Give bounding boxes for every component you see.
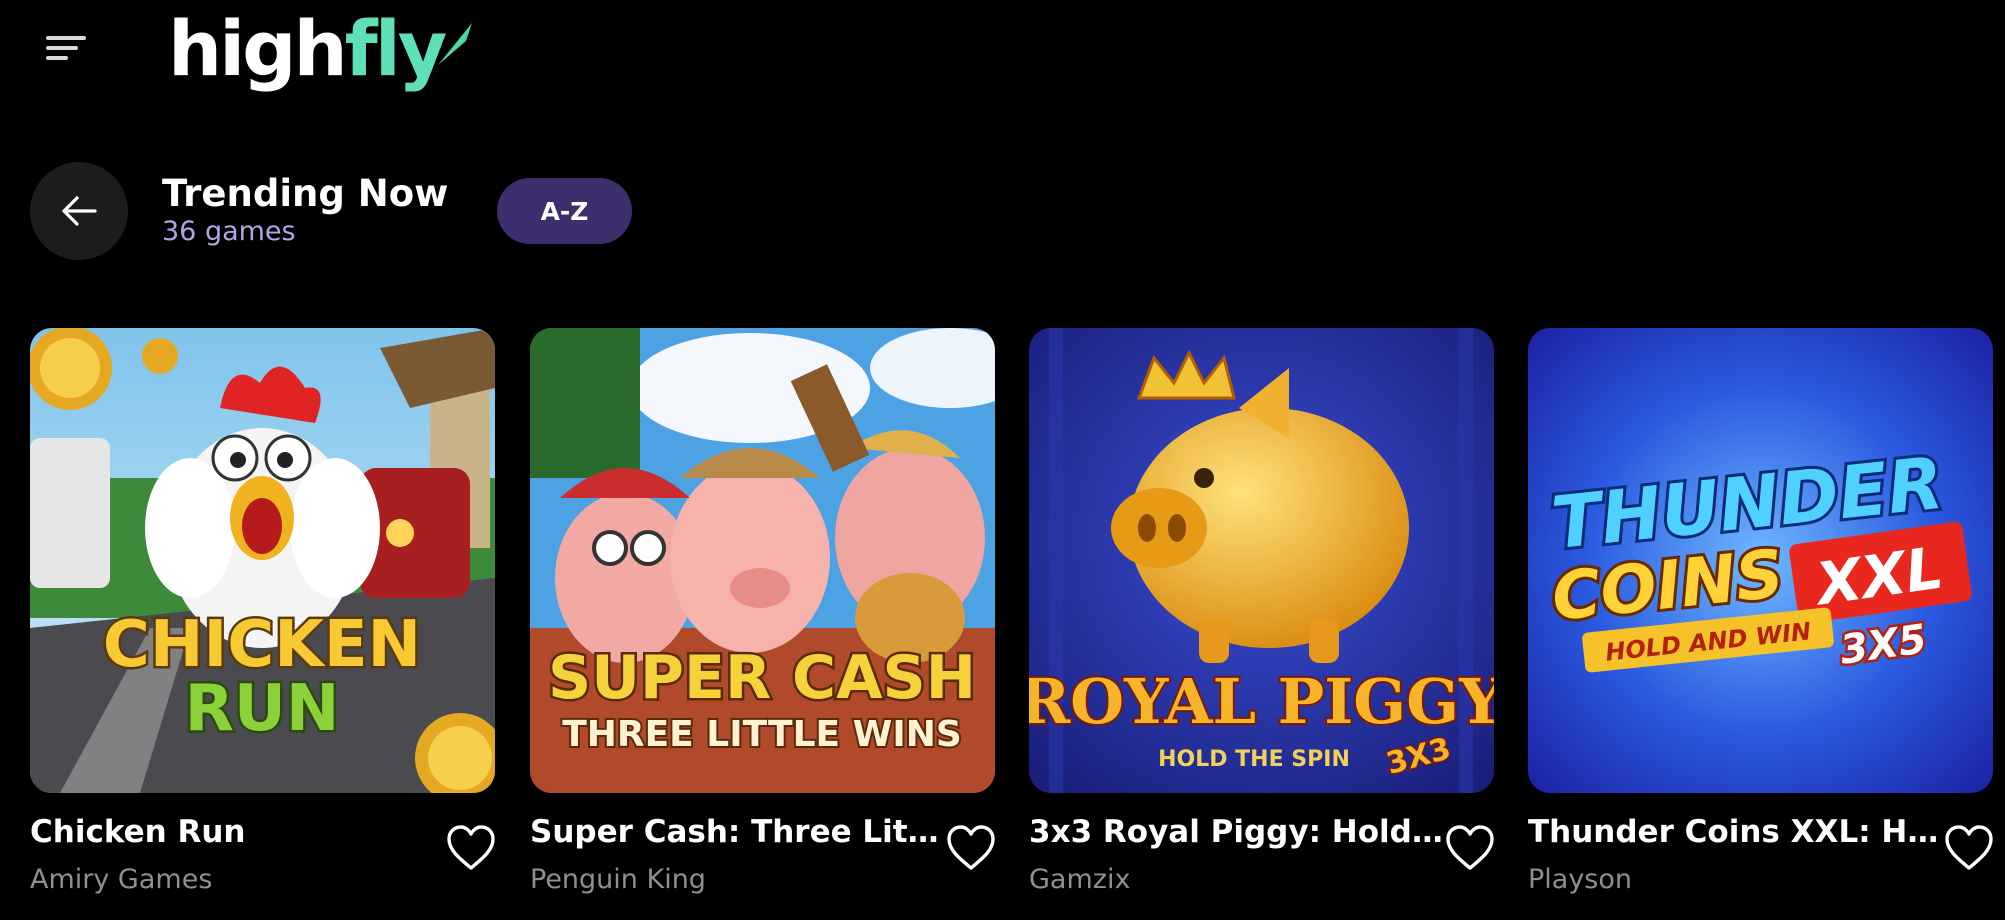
arrow-left-icon: [62, 196, 97, 226]
section-title: Trending Now: [162, 172, 449, 215]
game-card[interactable]: ROYAL PIGGY HOLD THE SPIN 3X3 3x3 Royal …: [1029, 328, 1494, 920]
top-header: high fly: [0, 0, 2005, 110]
super-cash-art-text-1: SUPER CASH: [548, 643, 976, 713]
game-provider: Gamzix: [1029, 864, 1131, 895]
logo-text-high: high: [168, 4, 348, 93]
menu-button[interactable]: [38, 28, 88, 68]
game-thumbnail[interactable]: ROYAL PIGGY HOLD THE SPIN 3X3: [1029, 328, 1494, 793]
super-cash-art: SUPER CASH THREE LITTLE WINS: [530, 328, 995, 793]
heart-icon: [1945, 825, 1993, 870]
game-card[interactable]: SUPER CASH THREE LITTLE WINS Super Cash:…: [530, 328, 995, 920]
game-title[interactable]: Chicken Run: [30, 814, 450, 850]
game-count: 36 games: [162, 216, 296, 247]
chicken-run-art: CHICKEN RUN: [30, 328, 495, 793]
logo-text-fly: fly: [344, 4, 448, 93]
heart-icon: [1446, 825, 1494, 870]
game-provider: Playson: [1528, 864, 1633, 895]
super-cash-art-text-2: THREE LITTLE WINS: [562, 714, 962, 755]
chicken-run-art-text-2: RUN: [185, 672, 340, 746]
menu-icon-bar-2: [46, 46, 78, 50]
favorite-button[interactable]: [1943, 824, 1995, 872]
game-thumbnail[interactable]: THUNDER COINS XXL HOLD AND WIN 3X5: [1528, 328, 1993, 793]
logo-wing-icon: [438, 23, 473, 65]
game-title[interactable]: Thunder Coins XXL: Hol...: [1528, 814, 1948, 850]
game-card[interactable]: CHICKEN RUN Chicken Run Amiry Games: [30, 328, 495, 920]
game-title[interactable]: Super Cash: Three Little ...: [530, 814, 950, 850]
thunder-coins-art: THUNDER COINS XXL HOLD AND WIN 3X5: [1528, 328, 1993, 793]
game-thumbnail[interactable]: CHICKEN RUN: [30, 328, 495, 793]
favorite-button[interactable]: [1444, 824, 1496, 872]
games-grid: CHICKEN RUN Chicken Run Amiry Games SUPE…: [0, 328, 2005, 920]
royal-piggy-art-text-2: HOLD THE SPIN: [1158, 747, 1350, 772]
menu-icon-bar-1: [46, 36, 86, 40]
back-button[interactable]: [30, 162, 128, 260]
brand-logo[interactable]: high fly: [168, 4, 476, 94]
game-provider: Amiry Games: [30, 864, 213, 895]
heart-icon: [447, 825, 495, 870]
menu-icon-bar-3: [46, 56, 68, 60]
favorite-button[interactable]: [445, 824, 497, 872]
royal-piggy-art-text-1: ROYAL PIGGY: [1029, 665, 1494, 738]
royal-piggy-art: ROYAL PIGGY HOLD THE SPIN 3X3: [1029, 328, 1494, 793]
chicken-run-art-text-1: CHICKEN: [103, 608, 421, 682]
game-card[interactable]: THUNDER COINS XXL HOLD AND WIN 3X5 Thund…: [1528, 328, 1993, 920]
heart-icon: [947, 825, 995, 870]
favorite-button[interactable]: [945, 824, 997, 872]
game-provider: Penguin King: [530, 864, 706, 895]
sort-az-button[interactable]: A-Z: [497, 178, 632, 244]
game-title[interactable]: 3x3 Royal Piggy: Hold Th...: [1029, 814, 1449, 850]
game-thumbnail[interactable]: SUPER CASH THREE LITTLE WINS: [530, 328, 995, 793]
section-header: Trending Now 36 games A-Z: [0, 160, 2005, 260]
